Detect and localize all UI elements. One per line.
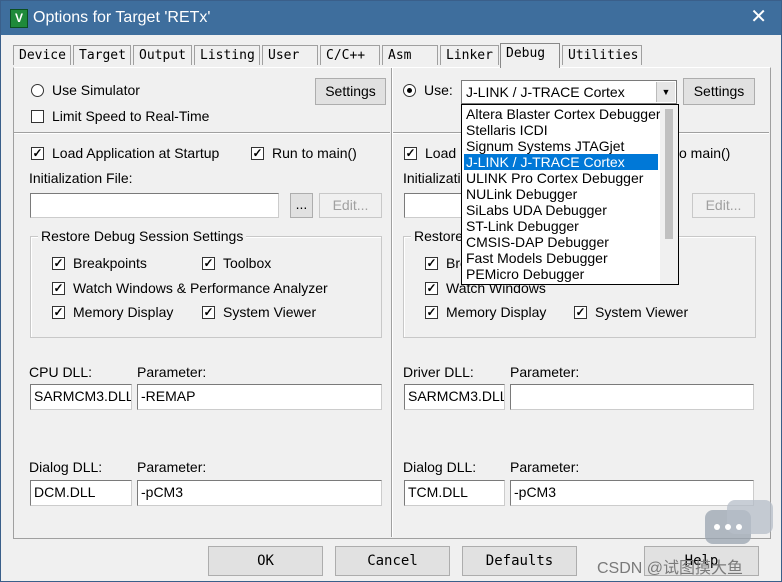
tab-output[interactable]: Output: [133, 45, 192, 65]
debugger-settings-button[interactable]: Settings: [683, 78, 755, 105]
right-sysviewer-label: System Viewer: [595, 304, 689, 320]
right-breakpoints-checkbox[interactable]: ✓: [425, 257, 438, 270]
watch-windows-label: Watch Windows & Performance Analyzer: [73, 280, 328, 296]
load-app-checkbox[interactable]: ✓: [31, 147, 44, 160]
right-sysviewer-checkbox[interactable]: ✓: [574, 306, 587, 319]
limit-speed-checkbox[interactable]: [31, 110, 44, 123]
dropdown-scroll-thumb[interactable]: [665, 109, 673, 239]
restore-settings-title: Restore Debug Session Settings: [38, 228, 247, 244]
memory-display-checkbox[interactable]: ✓: [52, 306, 65, 319]
driver-param-input[interactable]: [510, 384, 754, 410]
cpu-dll-label: CPU DLL:: [29, 364, 93, 380]
tab-utilities[interactable]: Utilities: [562, 45, 642, 65]
system-viewer-checkbox[interactable]: ✓: [202, 306, 215, 319]
driver-dll-input[interactable]: SARMCM3.DLL: [404, 384, 505, 410]
tab-strip: Device Target Output Listing User C/C++ …: [1, 43, 781, 68]
right-edit-button[interactable]: Edit...: [692, 193, 755, 218]
tab-device[interactable]: Device: [13, 45, 71, 65]
limit-speed-label: Limit Speed to Real-Time: [52, 108, 210, 124]
load-app-label: Load Application at Startup: [52, 145, 220, 161]
tab-cc[interactable]: C/C++: [320, 45, 380, 65]
right-init-file-input[interactable]: [404, 193, 464, 218]
window-title: Options for Target 'RETx': [33, 9, 211, 26]
right-memory-label: Memory Display: [446, 304, 547, 320]
tab-asm[interactable]: Asm: [382, 45, 438, 65]
app-icon: V: [10, 9, 28, 28]
browse-button[interactable]: ...: [290, 193, 313, 218]
use-label: Use:: [424, 82, 453, 98]
left-separator: [14, 132, 390, 134]
chevron-down-icon[interactable]: ▼: [656, 82, 675, 102]
tab-debug[interactable]: Debug: [500, 43, 560, 68]
memory-display-label: Memory Display: [73, 304, 174, 320]
dialog-dll-input[interactable]: DCM.DLL: [30, 480, 132, 506]
debugger-select[interactable]: J-LINK / J-TRACE Cortex ▼: [461, 80, 677, 104]
debugger-dropdown-list[interactable]: Altera Blaster Cortex Debugger Stellaris…: [461, 104, 679, 285]
use-simulator-label: Use Simulator: [52, 82, 140, 98]
defaults-button[interactable]: Defaults: [462, 546, 577, 576]
right-load-app-checkbox[interactable]: ✓: [404, 147, 417, 160]
dropdown-option[interactable]: Fast Models Debugger: [464, 250, 658, 266]
dropdown-option[interactable]: ST-Link Debugger: [464, 218, 658, 234]
init-file-label: Initialization File:: [29, 170, 133, 186]
ok-button[interactable]: OK: [208, 546, 323, 576]
run-to-main-label: Run to main(): [272, 145, 357, 161]
cpu-dll-input[interactable]: SARMCM3.DLL: [30, 384, 132, 410]
cpu-param-input[interactable]: -REMAP: [137, 384, 382, 410]
tab-target[interactable]: Target: [73, 45, 131, 65]
dialog-dll-label: Dialog DLL:: [29, 459, 103, 475]
cpu-param-label: Parameter:: [137, 364, 207, 380]
cancel-button[interactable]: Cancel: [335, 546, 450, 576]
dialog-param-input[interactable]: -pCM3: [137, 480, 382, 506]
dropdown-option[interactable]: NULink Debugger: [464, 186, 658, 202]
dropdown-option-selected[interactable]: J-LINK / J-TRACE Cortex: [464, 154, 658, 170]
debugger-select-value: J-LINK / J-TRACE Cortex: [466, 84, 625, 100]
breakpoints-checkbox[interactable]: ✓: [52, 257, 65, 270]
driver-param-label: Parameter:: [510, 364, 580, 380]
system-viewer-label: System Viewer: [223, 304, 317, 320]
dropdown-option[interactable]: CMSIS-DAP Debugger: [464, 234, 658, 250]
use-debugger-radio[interactable]: [403, 84, 416, 97]
right-run-to-main-label: o main(): [679, 145, 731, 161]
toolbox-checkbox[interactable]: ✓: [202, 257, 215, 270]
close-icon[interactable]: ✕: [750, 6, 767, 28]
right-dialog-dll-input[interactable]: TCM.DLL: [404, 480, 505, 506]
dropdown-option[interactable]: Signum Systems JTAGjet: [464, 138, 658, 154]
right-init-file-label: Initializatio: [403, 170, 469, 186]
dialog-param-label: Parameter:: [137, 459, 207, 475]
sim-settings-button[interactable]: Settings: [315, 78, 386, 105]
dropdown-option[interactable]: Altera Blaster Cortex Debugger: [464, 106, 661, 122]
right-dialog-param-label: Parameter:: [510, 459, 580, 475]
chat-bubble-icon: [705, 500, 773, 544]
right-restore-title: Restore: [411, 228, 467, 244]
dropdown-option[interactable]: PEMicro Debugger: [464, 266, 658, 282]
column-divider: [391, 68, 393, 537]
init-file-input[interactable]: [30, 193, 279, 218]
right-load-label: Load: [425, 145, 457, 161]
watch-windows-checkbox[interactable]: ✓: [52, 282, 65, 295]
use-simulator-radio[interactable]: [31, 84, 44, 97]
dropdown-option[interactable]: Stellaris ICDI: [464, 122, 658, 138]
tab-linker[interactable]: Linker: [440, 45, 499, 65]
run-to-main-checkbox[interactable]: ✓: [251, 147, 264, 160]
tab-user[interactable]: User: [262, 45, 318, 65]
title-bar[interactable]: V Options for Target 'RETx' ✕: [1, 1, 781, 35]
dropdown-option[interactable]: ULINK Pro Cortex Debugger: [464, 170, 658, 186]
driver-dll-label: Driver DLL:: [403, 364, 474, 380]
right-memory-checkbox[interactable]: ✓: [425, 306, 438, 319]
toolbox-label: Toolbox: [223, 255, 272, 271]
options-dialog: V Options for Target 'RETx' ✕ Device Tar…: [0, 0, 782, 582]
watermark: CSDN @试图摸大鱼: [597, 560, 744, 577]
dropdown-scrollbar[interactable]: [660, 105, 678, 284]
edit-button[interactable]: Edit...: [319, 193, 382, 218]
right-watch-checkbox[interactable]: ✓: [425, 282, 438, 295]
breakpoints-label: Breakpoints: [73, 255, 147, 271]
dropdown-option[interactable]: SiLabs UDA Debugger: [464, 202, 658, 218]
right-dialog-dll-label: Dialog DLL:: [403, 459, 477, 475]
tab-listing[interactable]: Listing: [194, 45, 260, 65]
